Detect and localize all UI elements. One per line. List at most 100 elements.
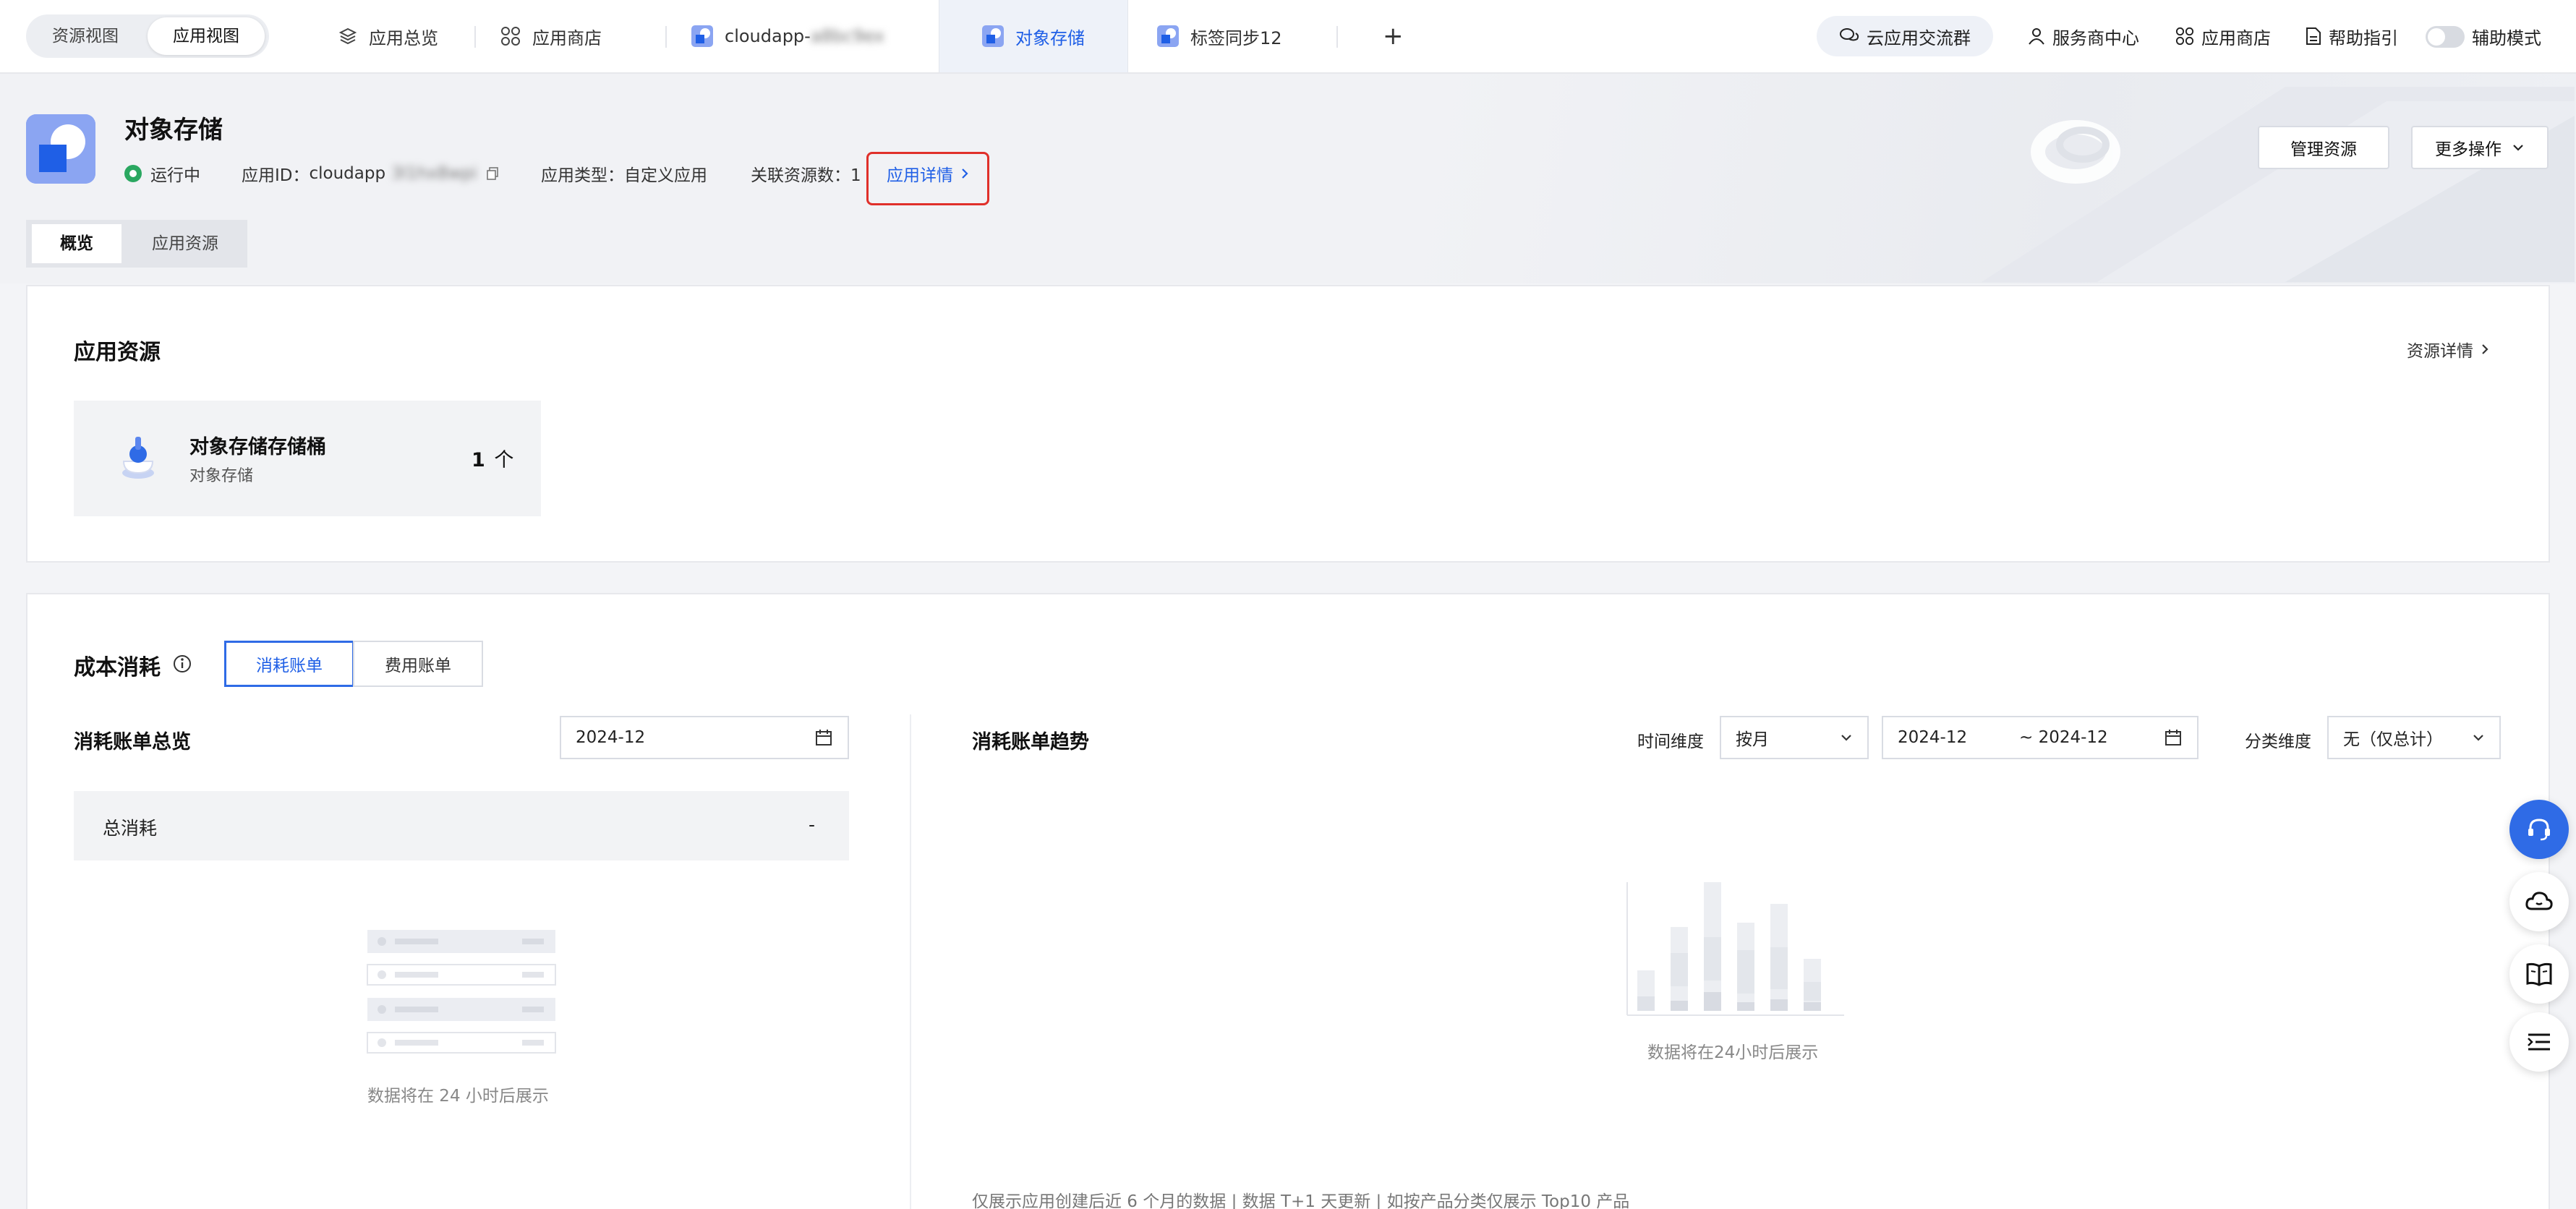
app-id-label: 应用ID： — [242, 166, 310, 185]
assist-mode-toggle[interactable] — [2426, 26, 2465, 48]
help-guide-label: 帮助指引 — [2329, 27, 2398, 48]
add-tab-button[interactable]: + — [1383, 0, 1404, 72]
empty-list-illustration — [366, 928, 557, 1060]
bill-trend-title: 消耗账单趋势 — [972, 731, 1089, 753]
tab-cloudapp[interactable]: cloudapp- a8bc9ex — [691, 0, 884, 72]
calendar-icon — [2164, 728, 2183, 747]
calendar-icon — [814, 728, 833, 747]
tab-label: 对象存储 — [1015, 27, 1085, 48]
resource-detail-link[interactable]: 资源详情 — [2407, 337, 2489, 362]
chat-group-label: 云应用交流群 — [1867, 27, 1971, 48]
cloud-chat-icon — [2525, 889, 2554, 915]
tab-object-storage[interactable]: 对象存储 — [939, 0, 1128, 72]
range-start: 2024-12 — [1898, 728, 1968, 747]
resource-name: 对象存储存储桶 — [189, 436, 326, 458]
storage-bucket-icon — [114, 432, 162, 482]
chevron-right-icon — [2481, 343, 2489, 356]
status-label: 运行中 — [150, 166, 200, 185]
tab-tag-sync[interactable]: 标签同步12 — [1157, 0, 1282, 72]
cost-title: 成本消耗 — [74, 655, 161, 680]
app-view-toggle[interactable]: 应用视图 — [148, 17, 265, 55]
app-store-label: 应用商店 — [2201, 27, 2271, 48]
view-switch: 资源视图 应用视图 — [26, 14, 269, 58]
apps-grid-icon — [500, 26, 521, 46]
bill-overview-title: 消耗账单总览 — [74, 731, 191, 753]
category-dimension-select[interactable]: 无（仅总计） — [2327, 716, 2501, 759]
range-end: ~ 2024-12 — [2019, 728, 2108, 747]
app-resources-title: 应用资源 — [74, 340, 161, 365]
app-detail-link[interactable]: 应用详情 — [887, 161, 969, 187]
month-value: 2024-12 — [576, 728, 646, 747]
resource-count: 1 个 — [472, 444, 513, 472]
category-dimension-label: 分类维度 — [2245, 732, 2311, 751]
service-center-label: 服务商中心 — [2052, 27, 2139, 48]
document-icon — [2306, 27, 2321, 46]
menu-list-button[interactable] — [2509, 1012, 2569, 1072]
assist-mode-label: 辅助模式 — [2472, 27, 2541, 48]
chevron-down-icon — [2472, 733, 2485, 742]
tab-divider — [474, 26, 476, 48]
user-icon — [2028, 27, 2045, 46]
chevron-down-icon — [1840, 733, 1853, 742]
tab-divider — [1336, 26, 1338, 48]
header-decoration — [1880, 72, 2575, 289]
tab-label: 应用商店 — [532, 27, 602, 48]
more-actions-button[interactable]: 更多操作 — [2411, 126, 2549, 169]
category-dimension-value: 无（仅总计） — [2343, 730, 2443, 749]
app-tile-icon — [1157, 25, 1179, 47]
time-dimension-select[interactable]: 按月 — [1720, 716, 1869, 759]
tab-app-store[interactable]: 应用商店 — [500, 0, 602, 72]
layers-icon — [338, 27, 357, 46]
book-icon — [2525, 962, 2554, 986]
resource-view-toggle[interactable]: 资源视图 — [30, 17, 140, 55]
resource-count-value: 1 — [472, 449, 485, 471]
cloud-service-button[interactable] — [2509, 872, 2569, 931]
total-consumption-label: 总消耗 — [103, 818, 158, 839]
related-resources: 关联资源数：1 — [751, 166, 861, 185]
list-menu-icon — [2527, 1031, 2551, 1053]
chevron-right-icon — [960, 167, 969, 180]
chat-group-button[interactable]: 云应用交流群 — [1817, 16, 1993, 56]
app-status: 运行中 — [124, 161, 200, 187]
service-center-link[interactable]: 服务商中心 — [2028, 19, 2139, 54]
info-icon[interactable] — [172, 654, 192, 674]
month-picker[interactable]: 2024-12 — [560, 716, 849, 759]
app-store-link[interactable]: 应用商店 — [2175, 19, 2271, 54]
tab-overview[interactable]: 概览 — [32, 224, 121, 263]
resource-count-unit: 个 — [494, 449, 514, 471]
manage-resources-button[interactable]: 管理资源 — [2258, 126, 2389, 169]
overview-empty-text: 数据将在 24 小时后展示 — [367, 1087, 549, 1106]
help-guide-link[interactable]: 帮助指引 — [2306, 19, 2398, 54]
app-id: 应用ID： cloudapp 3l1hx8wpi — [242, 161, 500, 187]
sub-tabs: 概览 应用资源 — [26, 220, 247, 268]
tab-app-resources[interactable]: 应用资源 — [135, 224, 236, 263]
tab-label: 应用总览 — [369, 27, 438, 48]
total-consumption-row — [74, 791, 849, 860]
consumption-bill-tab[interactable]: 消耗账单 — [224, 641, 354, 687]
chat-bubbles-icon — [1839, 27, 1859, 46]
app-tile-icon — [982, 25, 1004, 47]
status-running-icon — [124, 165, 142, 182]
tab-label: 标签同步12 — [1190, 27, 1282, 48]
customer-service-button[interactable] — [2509, 800, 2569, 859]
blurred-app-id: a8bc9ex — [810, 26, 885, 46]
copy-icon[interactable] — [485, 166, 500, 181]
app-detail-label: 应用详情 — [887, 166, 953, 185]
trend-empty-text: 数据将在24小时后展示 — [1647, 1043, 1819, 1062]
tab-label: cloudapp- — [725, 26, 811, 46]
column-divider — [910, 714, 911, 1209]
fee-bill-tab[interactable]: 费用账单 — [353, 641, 483, 687]
app-type: 应用类型：自定义应用 — [541, 166, 707, 185]
resource-detail-label: 资源详情 — [2407, 342, 2473, 361]
tab-app-overview[interactable]: 应用总览 — [338, 0, 438, 72]
app-tile-icon — [691, 25, 713, 47]
date-range-picker[interactable]: 2024-12 ~ 2024-12 — [1882, 716, 2198, 759]
app-logo — [26, 114, 95, 184]
page-title: 对象存储 — [124, 116, 223, 145]
headset-icon — [2525, 815, 2554, 844]
blurred-app-id: 3l1hx8wpi — [391, 164, 477, 183]
app-id-value: cloudapp — [309, 164, 386, 183]
total-consumption-value: - — [809, 814, 816, 835]
data-footnote: 仅展示应用创建后近 6 个月的数据 | 数据 T+1 天更新 | 如按产品分类仅… — [972, 1192, 1630, 1209]
documentation-button[interactable] — [2509, 944, 2569, 1004]
